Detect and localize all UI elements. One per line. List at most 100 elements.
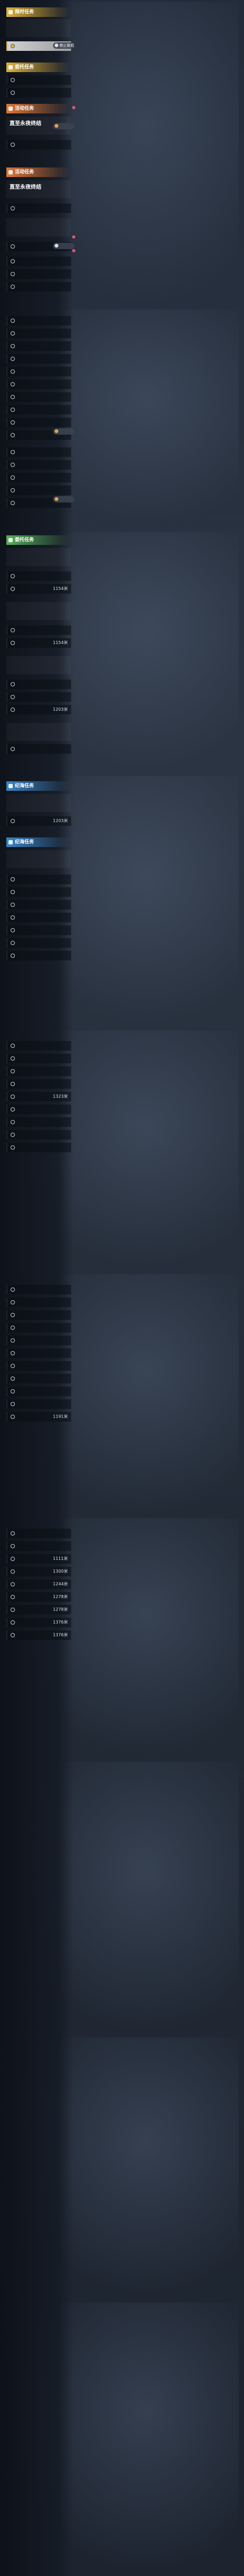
quest-objective[interactable] xyxy=(6,1041,71,1051)
status-badge xyxy=(53,496,74,502)
alert-dot-icon xyxy=(72,106,75,109)
quest-objective[interactable] xyxy=(6,913,71,922)
quest-objective[interactable]: 1278米 xyxy=(6,1605,71,1615)
status-badge xyxy=(53,123,74,129)
quest-objective[interactable]: 1191米 xyxy=(6,1412,71,1422)
quest-objective[interactable] xyxy=(6,744,71,754)
quest-objective[interactable]: 1323米 xyxy=(6,1092,71,1101)
section-header[interactable]: 纪海任务 xyxy=(6,837,70,847)
quest-objective[interactable] xyxy=(6,925,71,935)
quest-title[interactable] xyxy=(6,548,71,566)
quest-objective[interactable] xyxy=(6,951,71,960)
quest-objective[interactable] xyxy=(6,875,71,884)
quest-panel xyxy=(0,2035,73,2300)
quest-objective[interactable] xyxy=(6,405,71,414)
distance-value: 1300米 xyxy=(53,1569,68,1574)
quest-title[interactable] xyxy=(6,723,71,741)
quest-objective[interactable] xyxy=(6,1298,71,1307)
section-header[interactable]: 限时任务 xyxy=(6,7,70,17)
quest-objective[interactable] xyxy=(6,329,71,338)
quest-objective[interactable] xyxy=(6,367,71,376)
distance-value: 1111米 xyxy=(53,1556,68,1561)
quest-objective[interactable] xyxy=(6,1348,71,1358)
section-header[interactable]: 活动任务 xyxy=(6,167,70,177)
quest-objective[interactable] xyxy=(6,473,71,482)
quest-objective[interactable] xyxy=(6,447,71,457)
quest-objective[interactable] xyxy=(6,1361,71,1371)
section-header[interactable]: 活动任务 xyxy=(6,104,70,113)
alert-dot-icon xyxy=(72,249,75,252)
quest-objective[interactable] xyxy=(6,257,71,266)
distance-value: 1376米 xyxy=(53,1620,68,1625)
quest-objective[interactable] xyxy=(6,1105,71,1114)
quest-objective[interactable] xyxy=(6,1374,71,1383)
quest-objective[interactable]: 1244米 xyxy=(6,1580,71,1589)
quest-objective[interactable] xyxy=(6,1079,71,1089)
quest-name: 直至永夜终结 xyxy=(10,184,41,190)
quest-title[interactable]: 直至永夜终结 xyxy=(6,180,71,198)
distance-value: 1203米 xyxy=(53,818,68,823)
quest-objective[interactable] xyxy=(6,269,71,279)
quest-objective[interactable] xyxy=(6,140,71,149)
quest-objective[interactable] xyxy=(6,1323,71,1333)
quest-objective[interactable] xyxy=(6,692,71,702)
quest-objective[interactable] xyxy=(6,1310,71,1320)
quest-title[interactable] xyxy=(6,19,71,37)
quest-objective[interactable] xyxy=(6,316,71,325)
quest-objective[interactable] xyxy=(6,1143,71,1152)
quest-objective[interactable] xyxy=(6,418,71,427)
quest-objective[interactable] xyxy=(6,900,71,910)
quest-objective[interactable] xyxy=(6,204,71,213)
distance-value: 1154米 xyxy=(53,640,68,645)
quest-objective[interactable] xyxy=(6,282,71,292)
quest-objective[interactable] xyxy=(6,1387,71,1396)
quest-title[interactable] xyxy=(6,794,71,812)
quest-objective[interactable] xyxy=(6,1054,71,1063)
quest-objective[interactable] xyxy=(6,486,71,495)
quest-objective[interactable] xyxy=(6,1336,71,1345)
quest-objective[interactable]: 1154米 xyxy=(6,638,71,648)
quest-title[interactable] xyxy=(6,656,71,674)
section-header[interactable]: 纪海任务 xyxy=(6,781,70,791)
quest-objective[interactable]: 1154米 xyxy=(6,584,71,594)
quest-objective[interactable] xyxy=(6,1130,71,1140)
distance-value: 1191米 xyxy=(53,1414,68,1419)
quest-title[interactable] xyxy=(6,850,71,868)
status-badge xyxy=(53,243,74,249)
quest-objective[interactable]: 1203米 xyxy=(6,816,71,826)
quest-title[interactable] xyxy=(6,218,71,236)
quest-objective[interactable] xyxy=(6,380,71,389)
quest-objective[interactable] xyxy=(6,1399,71,1409)
quest-objective[interactable] xyxy=(6,354,71,364)
quest-objective[interactable] xyxy=(6,1066,71,1076)
quest-objective[interactable] xyxy=(6,460,71,470)
quest-objective[interactable] xyxy=(6,75,71,85)
quest-objective[interactable] xyxy=(6,1541,71,1551)
quest-objective[interactable] xyxy=(6,341,71,351)
quest-objective[interactable] xyxy=(6,1285,71,1294)
quest-objective[interactable] xyxy=(6,887,71,897)
quest-objective[interactable]: 1376米 xyxy=(6,1630,71,1640)
section-header[interactable]: 委托任务 xyxy=(6,63,70,72)
quest-objective[interactable] xyxy=(6,392,71,402)
quest-title[interactable] xyxy=(6,602,71,620)
quest-objective[interactable]: 1300米 xyxy=(6,1567,71,1576)
quest-objective[interactable] xyxy=(6,625,71,635)
quest-objective[interactable] xyxy=(6,88,71,98)
status-badge: 禁止联机 xyxy=(53,42,74,49)
distance-value: 1376米 xyxy=(53,1633,68,1637)
quest-objective[interactable] xyxy=(6,571,71,581)
quest-objective[interactable] xyxy=(6,938,71,948)
status-badge xyxy=(53,428,74,435)
quest-objective[interactable]: 1111米 xyxy=(6,1554,71,1564)
quest-objective[interactable] xyxy=(6,1529,71,1538)
distance-value: 1323米 xyxy=(53,1094,68,1099)
quest-objective[interactable]: 1376米 xyxy=(6,1618,71,1627)
quest-objective[interactable]: 1203米 xyxy=(6,705,71,714)
quest-objective[interactable] xyxy=(6,1117,71,1127)
distance-value: 1278米 xyxy=(53,1594,68,1599)
distance-value: 1154米 xyxy=(53,586,68,591)
quest-objective[interactable]: 1278米 xyxy=(6,1592,71,1602)
quest-objective[interactable] xyxy=(6,680,71,689)
section-header[interactable]: 委托任务 xyxy=(6,535,70,545)
